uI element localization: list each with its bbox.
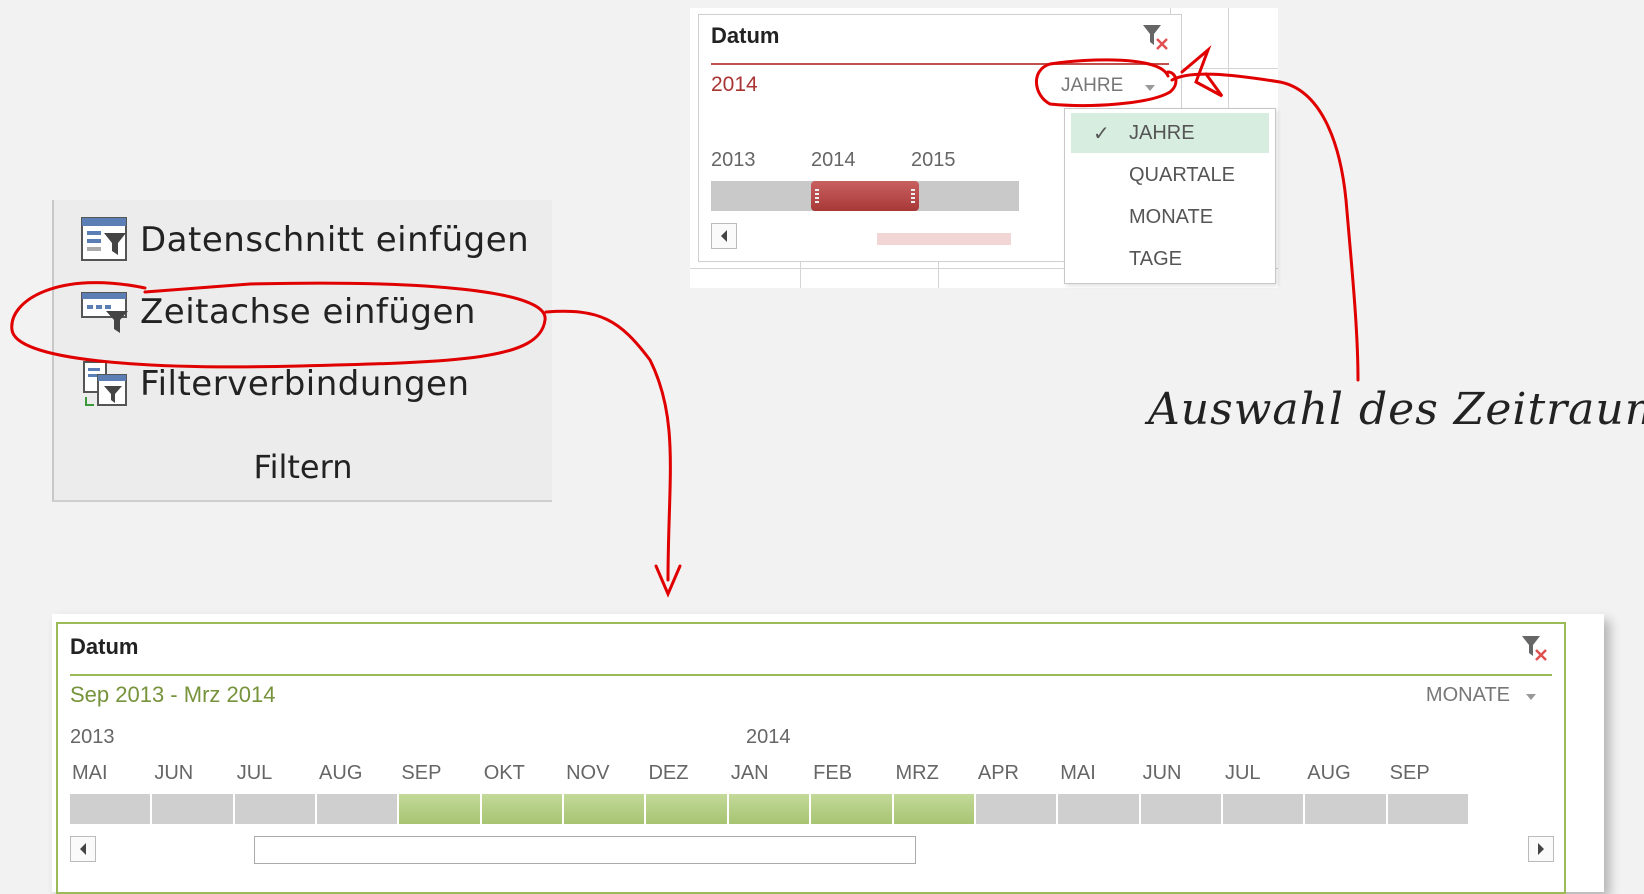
resize-handle-left[interactable] [815, 189, 819, 203]
month-cell-selected[interactable] [646, 794, 727, 824]
scrollbar-thumb[interactable] [254, 836, 916, 864]
timeline-selection-2014[interactable] [811, 181, 919, 211]
timeline-title: Datum [711, 23, 780, 48]
month-label: SEP [1389, 762, 1430, 784]
month-label: JAN [730, 762, 769, 784]
header-divider [711, 63, 1169, 65]
selected-range-label: 2014 [711, 73, 758, 96]
time-level-menu: ✓ JAHRE QUARTALE MONATE TAGE [1064, 108, 1276, 284]
insert-slicer-button[interactable]: Datenschnitt einfügen [80, 212, 529, 268]
month-label: MAI [72, 762, 108, 784]
year-label: 2013 [70, 726, 115, 748]
month-label: AUG [1307, 762, 1351, 784]
timeline-title: Datum [70, 634, 139, 659]
month-cell-selected[interactable] [564, 794, 645, 824]
insert-timeline-label: Zeitachse einfügen [140, 292, 476, 332]
month-cell-selected[interactable] [728, 794, 810, 824]
insert-slicer-label: Datenschnitt einfügen [140, 220, 530, 260]
menu-item-tage[interactable]: TAGE [1071, 239, 1269, 279]
year-label: 2015 [911, 149, 956, 171]
month-cell[interactable] [1387, 794, 1468, 824]
scroll-right-button[interactable] [1528, 836, 1554, 862]
scroll-left-button[interactable] [711, 223, 737, 249]
year-label: 2014 [811, 149, 856, 171]
month-label: MAI [1060, 762, 1096, 784]
month-cell[interactable] [1058, 794, 1139, 824]
resize-handle-right[interactable] [911, 189, 915, 203]
month-label: JUN [1142, 762, 1182, 784]
month-label: AUG [319, 762, 363, 784]
month-cell-selected[interactable] [481, 794, 563, 824]
scroll-left-button[interactable] [70, 836, 96, 862]
checkmark-icon: ✓ [1093, 123, 1110, 145]
month-cell[interactable] [317, 794, 398, 824]
arrow-to-timeline [544, 309, 672, 582]
scrollbar-thumb[interactable] [877, 233, 1011, 245]
year-label: 2014 [746, 726, 791, 748]
menu-item-quartale[interactable]: QUARTALE [1071, 155, 1269, 195]
month-label: JUL [236, 762, 273, 784]
slicer-icon [80, 215, 132, 265]
month-cell[interactable] [152, 794, 233, 824]
month-label: DEZ [648, 762, 689, 784]
month-label: NOV [566, 762, 610, 784]
month-cell-selected[interactable] [811, 794, 892, 824]
time-level-dropdown[interactable]: MONATE [1426, 684, 1510, 707]
month-label: JUL [1224, 762, 1261, 784]
month-cell[interactable] [234, 794, 316, 824]
month-label: APR [977, 762, 1019, 784]
time-level-dropdown[interactable]: JAHRE [1061, 75, 1123, 97]
header-divider [70, 674, 1552, 676]
month-cell-selected[interactable] [893, 794, 974, 824]
filter-connections-label: Filterverbindungen [140, 364, 470, 404]
ribbon-group-filtern: Datenschnitt einfügen Zeitachse einfügen [52, 200, 552, 502]
month-label: JUN [154, 762, 194, 784]
timeline-icon [80, 287, 132, 337]
annotation-text: Auswahl des Zeitraum [1148, 384, 1644, 435]
month-cell[interactable] [70, 794, 151, 824]
filter-connections-button[interactable]: Filterverbindungen [80, 356, 470, 412]
clear-filter-icon[interactable] [1141, 23, 1169, 51]
menu-item-monate[interactable]: MONATE [1071, 197, 1269, 237]
month-cell[interactable] [975, 794, 1057, 824]
filter-connections-icon [80, 359, 132, 409]
chevron-down-icon[interactable] [1145, 85, 1155, 91]
month-label: FEB [813, 762, 853, 784]
insert-timeline-button[interactable]: Zeitachse einfügen [80, 284, 476, 340]
ribbon-group-label: Filtern [253, 448, 353, 486]
month-cell-selected[interactable] [399, 794, 480, 824]
clear-filter-icon[interactable] [1520, 634, 1548, 662]
selected-range-label: Sep 2013 - Mrz 2014 [70, 682, 276, 707]
month-cell[interactable] [1140, 794, 1221, 824]
month-cell[interactable] [1305, 794, 1386, 824]
month-label: MRZ [895, 762, 939, 784]
month-label: SEP [401, 762, 442, 784]
chevron-down-icon[interactable] [1526, 694, 1536, 700]
year-label: 2013 [711, 149, 756, 171]
menu-item-jahre[interactable]: ✓ JAHRE [1071, 113, 1269, 153]
timeline-slicer-large[interactable]: Datum Sep 2013 - Mrz 2014 MONATE 2013 20… [56, 622, 1566, 894]
month-cell[interactable] [1222, 794, 1304, 824]
month-label: OKT [483, 762, 525, 784]
